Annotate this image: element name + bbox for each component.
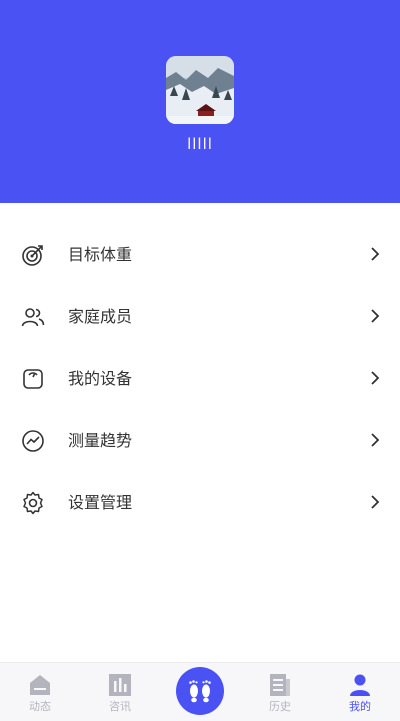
- chart-icon: [109, 674, 131, 696]
- tab-me[interactable]: 我的: [325, 663, 395, 721]
- tab-label: 动态: [29, 700, 51, 713]
- settings-menu: 目标体重 家庭成员 我的设备 测量趋势 设置管理: [0, 224, 400, 534]
- chevron-right-icon: [371, 309, 380, 323]
- profile-header: lllll: [0, 0, 400, 203]
- menu-item-my-devices[interactable]: 我的设备: [0, 348, 400, 410]
- home-icon: [30, 675, 50, 695]
- user-icon: [350, 674, 370, 696]
- tab-label: 咨讯: [109, 700, 131, 713]
- gear-icon: [23, 491, 43, 515]
- chevron-right-icon: [371, 495, 380, 509]
- tab-feed[interactable]: 动态: [5, 663, 75, 721]
- footprints-icon: [189, 680, 211, 703]
- chevron-right-icon: [371, 247, 380, 261]
- chevron-right-icon: [371, 371, 380, 385]
- measure-button[interactable]: [176, 667, 224, 715]
- menu-item-measurement-trend[interactable]: 测量趋势: [0, 410, 400, 472]
- document-icon: [270, 674, 290, 696]
- trend-icon: [22, 430, 44, 452]
- menu-item-settings[interactable]: 设置管理: [0, 472, 400, 534]
- tab-history[interactable]: 历史: [245, 663, 315, 721]
- tab-news[interactable]: 咨讯: [85, 663, 155, 721]
- target-icon: [22, 245, 43, 266]
- menu-label: 设置管理: [68, 493, 133, 512]
- menu-item-target-weight[interactable]: 目标体重: [0, 224, 400, 286]
- menu-item-family-members[interactable]: 家庭成员: [0, 286, 400, 348]
- chevron-right-icon: [371, 433, 380, 447]
- avatar-image: [166, 56, 234, 124]
- tab-label: 我的: [349, 700, 371, 713]
- family-icon: [21, 308, 45, 327]
- menu-label: 目标体重: [68, 245, 133, 264]
- menu-label: 我的设备: [68, 369, 133, 388]
- scale-icon: [23, 369, 43, 389]
- menu-label: 测量趋势: [68, 431, 133, 450]
- menu-label: 家庭成员: [68, 307, 133, 326]
- tab-label: 历史: [269, 700, 291, 713]
- username: lllll: [187, 135, 213, 153]
- avatar[interactable]: [166, 56, 234, 124]
